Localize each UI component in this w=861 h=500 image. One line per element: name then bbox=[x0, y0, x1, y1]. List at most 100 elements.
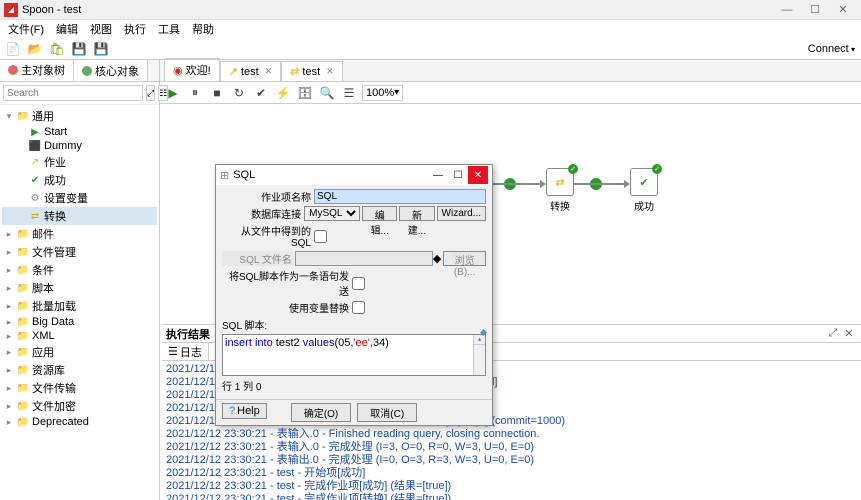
dialog-close-button[interactable]: ✕ bbox=[468, 166, 488, 184]
tree-node[interactable]: ▸📁应用 bbox=[2, 343, 157, 361]
menu-file[interactable]: 文件(F) bbox=[2, 19, 50, 39]
tab-welcome[interactable]: ◉欢迎! bbox=[164, 58, 220, 81]
name-label: 作业项名称 bbox=[222, 189, 314, 204]
scrollbar[interactable]: ▴ bbox=[473, 335, 485, 375]
sql-from-file-checkbox[interactable] bbox=[314, 230, 327, 243]
tree-node[interactable]: ▸📁Deprecated bbox=[2, 415, 157, 429]
browse-button: 浏览(B)... bbox=[443, 251, 486, 266]
fromfile-label: 从文件中得到的 SQL bbox=[222, 223, 314, 249]
tree-node[interactable]: ▸📁XML bbox=[2, 329, 157, 343]
menu-tools[interactable]: 工具 bbox=[152, 19, 186, 39]
use-variable-checkbox[interactable] bbox=[352, 301, 365, 314]
close-icon[interactable]: ✕ bbox=[265, 66, 273, 77]
open-icon[interactable]: 📂 bbox=[26, 40, 44, 58]
dialog-title: SQL bbox=[233, 169, 428, 181]
usevar-label: 使用变量替换 bbox=[222, 300, 352, 315]
menu-help[interactable]: 帮助 bbox=[186, 19, 220, 39]
menubar: 文件(F) 编辑 视图 执行 工具 帮助 bbox=[0, 20, 861, 38]
tree-node[interactable]: ⚙设置变量 bbox=[2, 189, 157, 207]
sendone-label: 将SQL脚本作为一条语句发送 bbox=[222, 268, 352, 298]
log-line: 2021/12/12 23:30:21 - 表输入.0 - 完成处理 (I=3,… bbox=[166, 441, 857, 454]
saveas-icon[interactable]: 💾 bbox=[92, 40, 110, 58]
sql-filename-input bbox=[295, 251, 433, 266]
tree-node[interactable]: ▾📁通用 bbox=[2, 107, 157, 125]
variable-icon[interactable]: ◆ bbox=[480, 327, 487, 338]
job-step[interactable]: ✔✓成功 bbox=[624, 168, 664, 213]
menu-view[interactable]: 视图 bbox=[84, 19, 118, 39]
window-title: Spoon - test bbox=[22, 4, 773, 16]
menu-run[interactable]: 执行 bbox=[118, 19, 152, 39]
connect-dropdown[interactable]: Connect bbox=[808, 43, 855, 55]
close-panel-icon[interactable]: ✕ bbox=[841, 327, 857, 340]
filename-label: SQL 文件名 bbox=[222, 251, 295, 266]
sql-dialog: ⊞ SQL — ☐ ✕ 作业项名称 数据库连接 MySQL 编辑... 新建..… bbox=[215, 164, 493, 426]
minimize-button[interactable]: — bbox=[773, 0, 801, 20]
tree-node[interactable]: ▶Start bbox=[2, 125, 157, 139]
log-line: 2021/12/12 23:30:21 - test - 开始项[成功] bbox=[166, 467, 857, 480]
tree-node[interactable]: ▸📁文件加密 bbox=[2, 397, 157, 415]
tab-log[interactable]: ☰日志 bbox=[162, 343, 209, 360]
explore-icon[interactable]: 🛍 bbox=[48, 40, 66, 58]
app-icon: ◢ bbox=[4, 3, 18, 17]
tab-core-objects[interactable]: 核心对象 bbox=[74, 60, 148, 81]
log-line: 2021/12/12 23:30:21 - test - 完成作业项[转换] (… bbox=[166, 493, 857, 500]
log-line: 2021/12/12 23:30:21 - 表输出.0 - 完成处理 (I=0,… bbox=[166, 454, 857, 467]
tree-node[interactable]: ▸📁条件 bbox=[2, 261, 157, 279]
stop-icon[interactable]: ■ bbox=[208, 84, 226, 102]
dialog-maximize-button[interactable]: ☐ bbox=[448, 166, 468, 184]
search-expand-icon[interactable]: ⤢ bbox=[146, 85, 155, 101]
tree-node[interactable]: ✔成功 bbox=[2, 171, 157, 189]
tree-node[interactable]: ▸📁资源库 bbox=[2, 361, 157, 379]
new-icon[interactable]: 📄 bbox=[4, 40, 22, 58]
show-icon[interactable]: ☰ bbox=[340, 84, 358, 102]
tab-test-trans[interactable]: ⇄test✕ bbox=[281, 61, 343, 81]
close-icon[interactable]: ✕ bbox=[326, 66, 334, 77]
tab-main-tree[interactable]: 主对象树 bbox=[0, 60, 74, 81]
replay-icon[interactable]: ↻ bbox=[230, 84, 248, 102]
job-step[interactable]: ⇄✓转换 bbox=[540, 168, 580, 213]
maximize-button[interactable]: ☐ bbox=[801, 0, 829, 20]
sql-script-textarea[interactable]: insert into test2 values(05,'ee',34) ▴ ◆ bbox=[222, 334, 486, 376]
cursor-status: 行 1 列 0 bbox=[222, 376, 486, 395]
search-input[interactable] bbox=[3, 85, 143, 101]
run-icon[interactable]: ▶ bbox=[164, 84, 182, 102]
new-connection-button[interactable]: 新建... bbox=[399, 206, 434, 221]
explore-icon[interactable]: 🔍 bbox=[318, 84, 336, 102]
log-icon: ☰ bbox=[168, 345, 178, 358]
log-line: 2021/12/12 23:30:21 - 表输入.0 - Finished r… bbox=[166, 428, 857, 441]
variable-icon[interactable]: ◆ bbox=[433, 252, 441, 265]
dialog-minimize-button[interactable]: — bbox=[428, 166, 448, 184]
tree-node[interactable]: ⇄转换 bbox=[2, 207, 157, 225]
sql-icon[interactable]: 🗄 bbox=[296, 84, 314, 102]
tree-node[interactable]: ▸📁文件管理 bbox=[2, 243, 157, 261]
maximize-panel-icon[interactable]: ⤢ bbox=[825, 327, 841, 340]
job-entry-name-input[interactable] bbox=[314, 189, 486, 204]
tree-node[interactable]: ▸📁脚本 bbox=[2, 279, 157, 297]
edit-connection-button[interactable]: 编辑... bbox=[362, 206, 397, 221]
help-button[interactable]: ?Help bbox=[222, 403, 267, 419]
verify-icon[interactable]: ✔ bbox=[252, 84, 270, 102]
wizard-button[interactable]: Wizard... bbox=[437, 206, 486, 221]
tree-node[interactable]: ▸📁批量加载 bbox=[2, 297, 157, 315]
script-label: SQL 脚本: bbox=[222, 317, 267, 332]
tree-node[interactable]: ▸📁邮件 bbox=[2, 225, 157, 243]
send-as-single-checkbox[interactable] bbox=[352, 277, 365, 290]
pause-icon[interactable]: ⏸ bbox=[186, 84, 204, 102]
menu-edit[interactable]: 编辑 bbox=[50, 19, 84, 39]
cancel-button[interactable]: 取消(C) bbox=[357, 403, 417, 422]
db-label: 数据库连接 bbox=[222, 206, 304, 221]
tree-node[interactable]: ↗作业 bbox=[2, 153, 157, 171]
db-connection-select[interactable]: MySQL bbox=[304, 206, 360, 221]
tree-node[interactable]: ⬛Dummy bbox=[2, 139, 157, 153]
zoom-select[interactable]: 100% ▾ bbox=[362, 85, 403, 101]
dialog-icon: ⊞ bbox=[220, 169, 229, 182]
save-icon[interactable]: 💾 bbox=[70, 40, 88, 58]
impact-icon[interactable]: ⚡ bbox=[274, 84, 292, 102]
log-line: 2021/12/12 23:30:21 - test - 完成作业项[成功] (… bbox=[166, 480, 857, 493]
close-button[interactable]: ✕ bbox=[829, 0, 857, 20]
ok-button[interactable]: 确定(O) bbox=[291, 403, 351, 422]
tab-test-job[interactable]: ↗test✕ bbox=[220, 61, 282, 81]
tree-node[interactable]: ▸📁文件传输 bbox=[2, 379, 157, 397]
tree-node[interactable]: ▸📁Big Data bbox=[2, 315, 157, 329]
object-tree[interactable]: ▾📁通用▶Start⬛Dummy↗作业✔成功⚙设置变量⇄转换▸📁邮件▸📁文件管理… bbox=[0, 105, 159, 500]
